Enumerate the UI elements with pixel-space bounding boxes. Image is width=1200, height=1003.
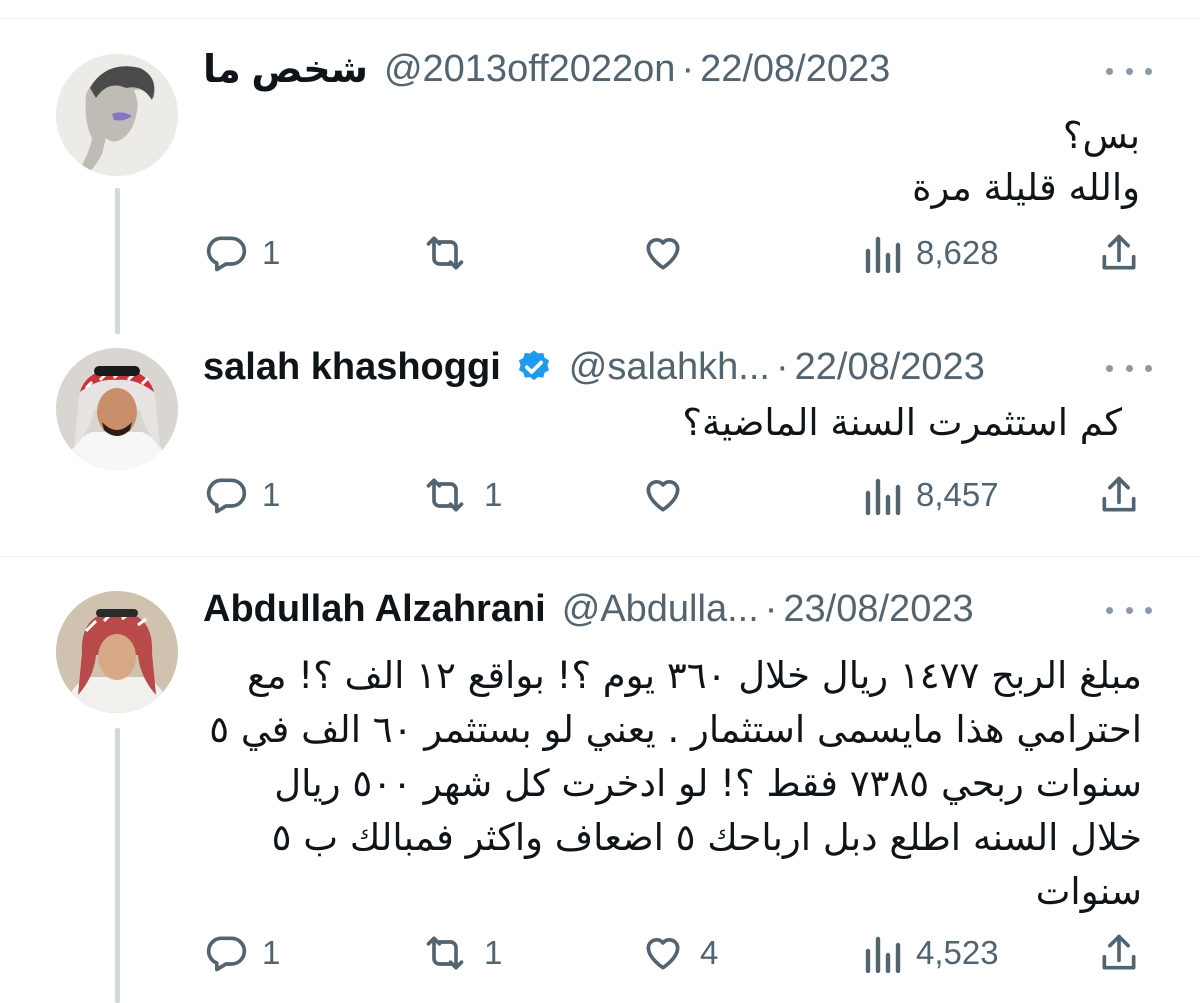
tweet-header: شخص ما @2013off2022on · 22/08/2023 <box>203 44 1160 94</box>
views-icon <box>865 936 901 973</box>
retweet-button[interactable] <box>420 228 484 278</box>
handle[interactable]: @Abdulla... <box>562 588 759 631</box>
share-icon <box>1102 934 1136 970</box>
avatar[interactable] <box>56 348 178 470</box>
heart-icon <box>646 938 680 970</box>
reply-button[interactable]: 1 <box>204 470 280 520</box>
action-bar: 1 8,628 <box>0 228 1200 278</box>
tweet-text-line: خلال السنه اطلع دبل ارباحك ٥ اضعاف واكثر… <box>271 816 1142 859</box>
share-button[interactable] <box>1097 470 1141 520</box>
tweet-text-line: بس؟ <box>1062 114 1140 157</box>
retweet-icon <box>426 936 464 970</box>
display-name[interactable]: Abdullah Alzahrani <box>203 588 546 631</box>
views-icon <box>865 478 901 515</box>
tweet-text-line: سنوات ربحي ٧٣٨٥ فقط ؟! لو ادخرت كل شهر ٥… <box>274 762 1142 805</box>
tweet-text-line: كم استثمرت السنة الماضية؟ <box>682 401 1122 444</box>
reply-icon <box>206 478 247 514</box>
separator: · <box>764 587 778 630</box>
separator: · <box>681 47 695 90</box>
like-button[interactable]: 4 <box>640 928 718 978</box>
reply-icon <box>206 936 247 972</box>
reply-button[interactable]: 1 <box>204 928 280 978</box>
like-button[interactable] <box>640 228 700 278</box>
views-button[interactable]: 4,523 <box>862 928 999 978</box>
tweet-text: كم استثمرت السنة الماضية؟ <box>182 397 1122 449</box>
tweet-text-line: سنوات <box>1035 870 1142 913</box>
separator: · <box>775 345 789 388</box>
tweet-text: مبلغ الربح ١٤٧٧ ريال خلال ٣٦٠ يوم ؟! بوا… <box>202 649 1142 919</box>
heart-icon <box>646 480 680 512</box>
verified-badge-icon <box>518 350 549 381</box>
display-name[interactable]: salah khashoggi <box>203 346 501 389</box>
reply-count: 1 <box>262 234 281 271</box>
tweet[interactable]: شخص ما @2013off2022on · 22/08/2023 بس؟ و… <box>0 0 1200 340</box>
action-bar: 1 1 8,457 <box>0 470 1200 520</box>
tweet-text-line: احترامي هذا مايسمى استثمار . يعني لو بست… <box>209 708 1142 751</box>
more-icon[interactable] <box>1106 51 1152 91</box>
retweet-icon <box>426 236 464 270</box>
timestamp[interactable]: 22/08/2023 <box>795 346 985 389</box>
reply-count: 1 <box>262 934 281 971</box>
tweet[interactable]: Abdullah Alzahrani @Abdulla... · 23/08/2… <box>0 557 1200 1003</box>
views-icon <box>865 236 901 273</box>
timestamp[interactable]: 22/08/2023 <box>700 48 890 91</box>
views-count: 4,523 <box>916 934 999 971</box>
reply-icon <box>206 236 247 272</box>
handle[interactable]: @2013off2022on <box>384 48 675 91</box>
tweet[interactable]: salah khashoggi @salahkh... · 22/08/2023… <box>0 340 1200 556</box>
tweet-header: salah khashoggi @salahkh... · 22/08/2023 <box>203 342 1160 392</box>
tweet-header: Abdullah Alzahrani @Abdulla... · 23/08/2… <box>203 584 1160 634</box>
like-button[interactable] <box>640 470 700 520</box>
handle[interactable]: @salahkh... <box>569 346 770 389</box>
tweet-text-line: والله قليلة مرة <box>912 166 1140 209</box>
share-button[interactable] <box>1097 228 1141 278</box>
like-count: 4 <box>700 934 719 971</box>
action-bar: 1 1 4 4,523 <box>0 928 1200 978</box>
share-button[interactable] <box>1097 928 1141 978</box>
display-name[interactable]: شخص ما <box>203 47 368 92</box>
avatar[interactable] <box>56 591 178 713</box>
share-icon <box>1102 234 1136 270</box>
tweet-text-line: مبلغ الربح ١٤٧٧ ريال خلال ٣٦٠ يوم ؟! بوا… <box>247 654 1142 697</box>
more-icon[interactable] <box>1106 348 1152 388</box>
share-icon <box>1102 476 1136 512</box>
views-count: 8,628 <box>916 234 999 271</box>
retweet-button[interactable]: 1 <box>420 470 502 520</box>
views-button[interactable]: 8,628 <box>862 228 999 278</box>
more-icon[interactable] <box>1106 590 1152 630</box>
reply-button[interactable]: 1 <box>204 228 280 278</box>
timestamp[interactable]: 23/08/2023 <box>783 588 973 631</box>
views-count: 8,457 <box>916 476 999 513</box>
reply-count: 1 <box>262 476 281 513</box>
retweet-button[interactable]: 1 <box>420 928 502 978</box>
tweet-text: بس؟ والله قليلة مرة <box>200 110 1140 214</box>
retweet-count: 1 <box>484 934 503 971</box>
avatar[interactable] <box>56 54 178 176</box>
heart-icon <box>646 238 680 270</box>
retweet-count: 1 <box>484 476 503 513</box>
retweet-icon <box>426 478 464 512</box>
views-button[interactable]: 8,457 <box>862 470 999 520</box>
